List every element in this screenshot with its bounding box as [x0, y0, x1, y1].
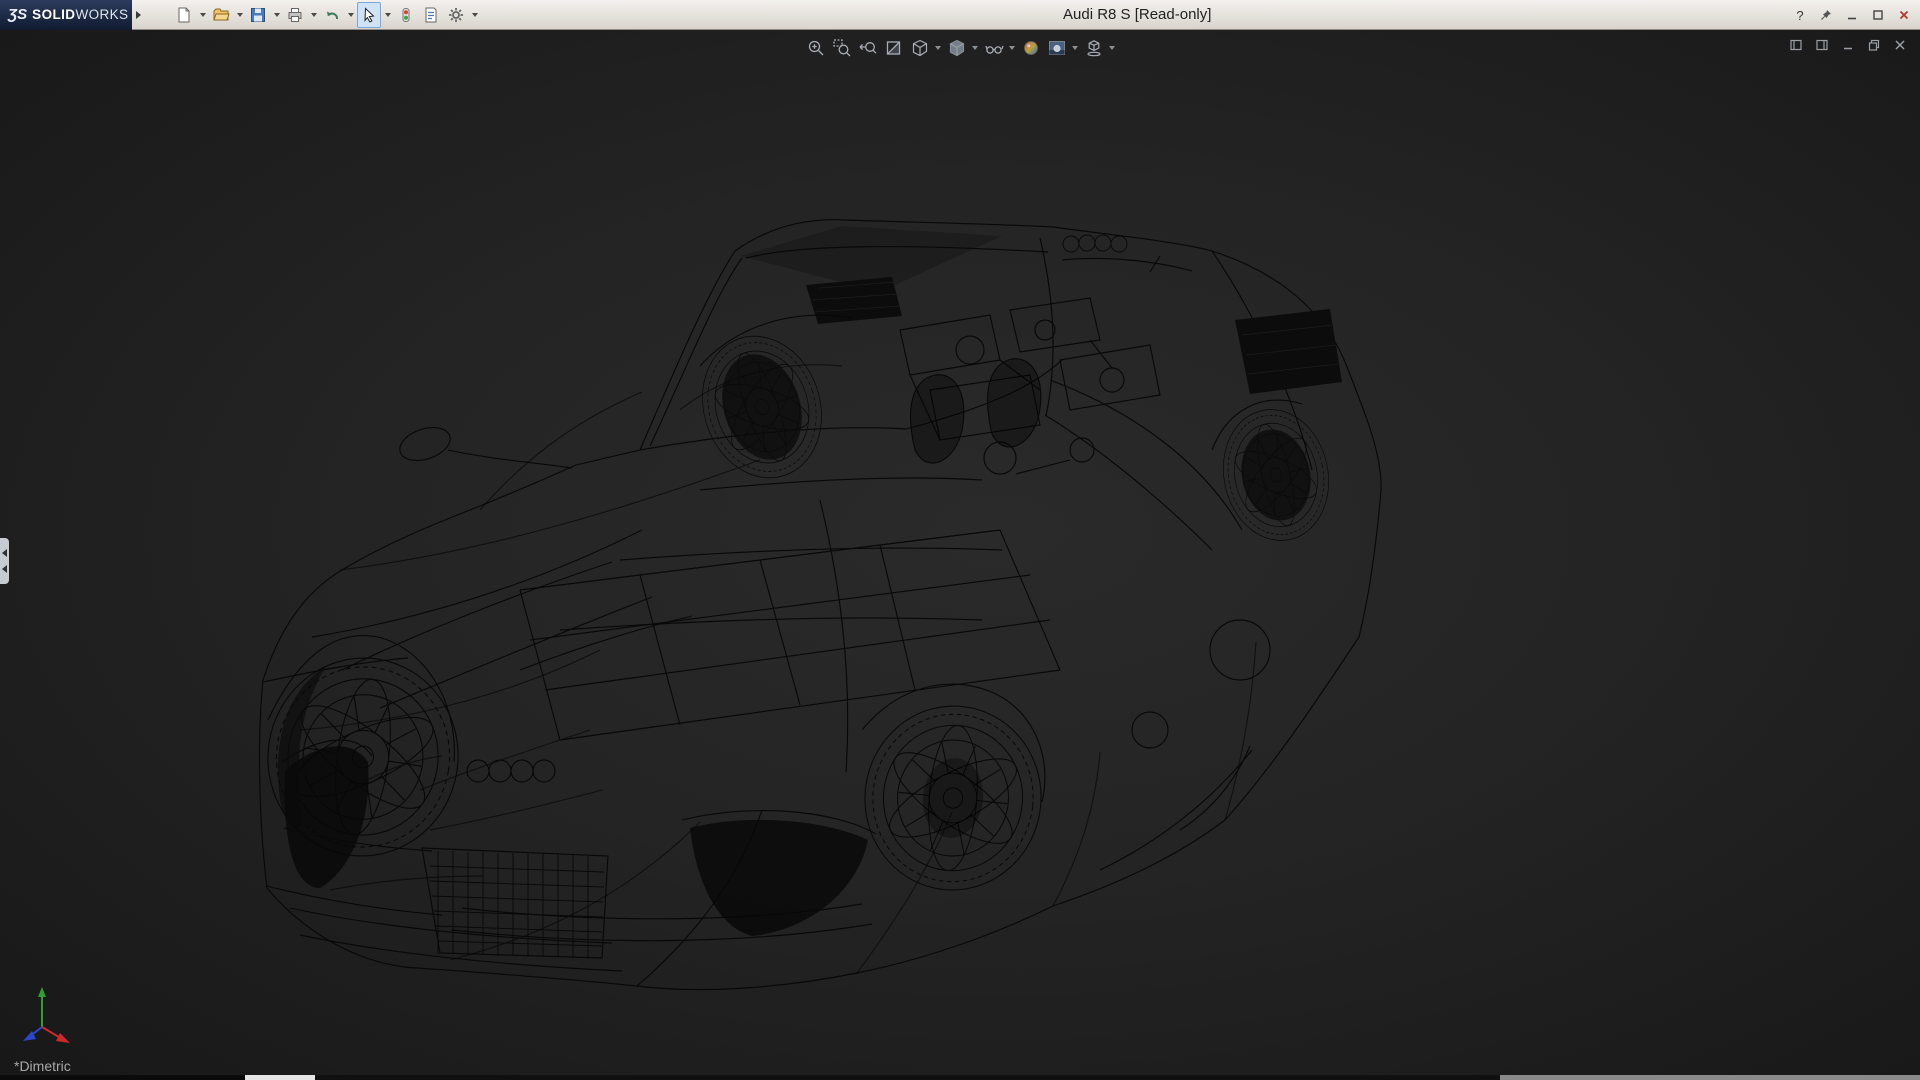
open-button[interactable]	[209, 2, 233, 28]
printer-icon	[288, 7, 302, 22]
minimize-icon	[1848, 17, 1856, 20]
open-dropdown[interactable]	[234, 2, 245, 28]
close-button[interactable]	[1893, 5, 1915, 25]
taskbar-sliver[interactable]	[0, 1075, 1920, 1080]
reference-triad	[23, 987, 70, 1043]
triad-y-arrow	[38, 987, 46, 997]
toggle-left-pane-button[interactable]	[1786, 36, 1806, 54]
cursor-arrow-icon	[364, 6, 375, 23]
file-properties-icon	[425, 7, 437, 22]
select-tool-button[interactable]	[357, 1, 381, 28]
hide-show-glasses-icon	[984, 45, 1004, 54]
view-orientation-label: *Dimetric	[14, 1058, 71, 1074]
window-controls: ?	[1789, 0, 1915, 30]
doc-restore-button[interactable]	[1864, 36, 1884, 54]
graphics-viewport[interactable]: *Dimetric	[0, 30, 1920, 1075]
chevron-left-icon	[2, 549, 7, 557]
section-view-icon	[886, 41, 900, 55]
undo-dropdown[interactable]	[345, 2, 356, 28]
previous-view-button[interactable]	[855, 35, 880, 61]
close-icon	[1899, 10, 1909, 20]
new-document-icon	[178, 7, 190, 22]
titlebar: ƷS SOLIDWORKS Audi R8 S [Read-only] ?	[0, 0, 1920, 30]
solidworks-logo: ƷS SOLIDWORKS	[0, 0, 132, 30]
new-document-dropdown[interactable]	[197, 2, 208, 28]
view-orientation-button[interactable]	[907, 35, 932, 61]
chevron-right-icon	[135, 10, 141, 19]
file-properties-button[interactable]	[419, 2, 443, 28]
window-title: Audi R8 S [Read-only]	[1063, 6, 1212, 23]
taskbar-segment	[1500, 1075, 1920, 1080]
print-dropdown[interactable]	[308, 2, 319, 28]
taskbar-segment	[245, 1075, 315, 1080]
view-settings-button[interactable]	[1081, 35, 1106, 61]
save-button[interactable]	[246, 2, 270, 28]
menu-flyout-arrow[interactable]	[132, 0, 144, 30]
featuremanager-splitter[interactable]	[0, 538, 9, 584]
section-view-button[interactable]	[881, 35, 906, 61]
hide-show-items-dropdown[interactable]	[1007, 35, 1017, 61]
maximize-button[interactable]	[1867, 5, 1889, 25]
save-dropdown[interactable]	[271, 2, 282, 28]
brand-name-light: WORKS	[75, 7, 129, 22]
toggle-right-pane-button[interactable]	[1812, 36, 1832, 54]
pane-left-icon	[1790, 39, 1802, 51]
doc-close-icon	[1895, 40, 1905, 50]
maximize-icon	[1873, 10, 1883, 20]
doc-minimize-button[interactable]	[1838, 36, 1858, 54]
zoom-to-area-icon	[832, 39, 850, 57]
display-style-icon	[949, 39, 964, 57]
pane-right-icon	[1816, 39, 1828, 51]
options-button[interactable]	[444, 2, 468, 28]
display-style-dropdown[interactable]	[970, 35, 980, 61]
print-button[interactable]	[283, 2, 307, 28]
apply-scene-button[interactable]	[1044, 35, 1069, 61]
headsup-view-toolbar	[803, 35, 1117, 61]
doc-close-button[interactable]	[1890, 36, 1910, 54]
hide-show-items-button[interactable]	[981, 35, 1006, 61]
help-button[interactable]: ?	[1789, 5, 1811, 25]
minimize-button[interactable]	[1841, 5, 1863, 25]
edit-appearance-button[interactable]	[1018, 35, 1043, 61]
edit-appearance-ball-icon	[1023, 41, 1038, 55]
taskbar-segment	[315, 1075, 1500, 1080]
view-orientation-cube-icon	[912, 39, 927, 57]
view-orientation-dropdown[interactable]	[933, 35, 943, 61]
save-icon	[251, 7, 265, 22]
zoom-to-fit-button[interactable]	[803, 35, 828, 61]
new-document-button[interactable]	[172, 2, 196, 28]
main-toolbar	[172, 1, 480, 28]
select-tool-dropdown[interactable]	[382, 2, 393, 28]
zoom-to-area-button[interactable]	[829, 35, 854, 61]
triad-x-arrow	[56, 1033, 70, 1043]
brand-name-bold: SOLID	[32, 7, 76, 22]
apply-scene-icon	[1048, 41, 1065, 55]
options-dropdown[interactable]	[469, 2, 480, 28]
rebuild-button[interactable]	[394, 2, 418, 28]
undo-button[interactable]	[320, 2, 344, 28]
brand-name: SOLIDWORKS	[32, 7, 128, 22]
view-settings-icon	[1086, 40, 1101, 57]
view-settings-dropdown[interactable]	[1107, 35, 1117, 61]
doc-restore-icon	[1868, 39, 1880, 51]
undo-arrow-icon	[327, 11, 338, 19]
chevron-left-icon	[2, 565, 7, 573]
model-wireframe-audi-r8[interactable]	[0, 30, 1920, 1075]
apply-scene-dropdown[interactable]	[1070, 35, 1080, 61]
pin-icon	[1821, 10, 1831, 20]
document-window-controls	[1786, 36, 1910, 54]
ds-logo-icon: ƷS	[8, 6, 28, 23]
rebuild-stoplight-icon	[402, 7, 410, 22]
pin-button[interactable]	[1815, 5, 1837, 25]
display-style-button[interactable]	[944, 35, 969, 61]
doc-minimize-icon	[1844, 47, 1852, 50]
taskbar-segment	[0, 1075, 245, 1080]
zoom-to-fit-icon	[808, 40, 823, 56]
previous-view-icon	[859, 42, 876, 54]
gear-icon	[449, 7, 463, 22]
open-folder-icon	[213, 8, 230, 20]
